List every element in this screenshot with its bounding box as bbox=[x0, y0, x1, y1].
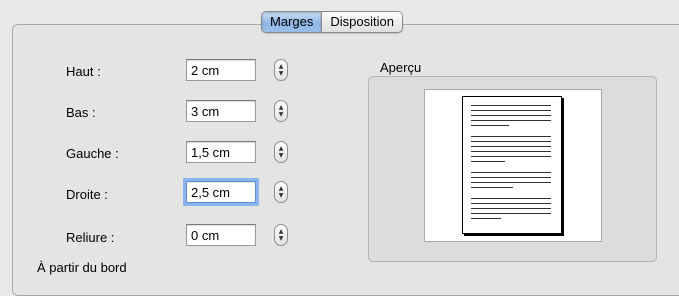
text-line bbox=[471, 141, 551, 142]
stepper-down-icon[interactable]: ▼ bbox=[279, 235, 284, 242]
left-margin-label: Gauche : bbox=[66, 146, 119, 161]
gutter-label: Reliure : bbox=[66, 230, 115, 245]
left-margin-field[interactable] bbox=[186, 141, 256, 163]
text-line bbox=[471, 146, 551, 147]
text-line bbox=[471, 125, 509, 126]
top-margin-stepper-icon[interactable]: ▲ ▼ bbox=[274, 59, 288, 81]
gutter-stepper-icon[interactable]: ▲ ▼ bbox=[274, 224, 288, 246]
left-margin-stepper-icon[interactable]: ▲ ▼ bbox=[274, 141, 288, 163]
text-line bbox=[471, 136, 551, 137]
bottom-margin-stepper-icon[interactable]: ▲ ▼ bbox=[274, 100, 288, 122]
stepper-up-icon[interactable]: ▲ bbox=[279, 145, 284, 152]
top-margin-label: Haut : bbox=[66, 64, 101, 79]
bottom-margin-field[interactable] bbox=[186, 100, 256, 122]
right-margin-stepper-icon[interactable]: ▲ ▼ bbox=[274, 181, 288, 203]
stepper-up-icon[interactable]: ▲ bbox=[279, 228, 284, 235]
text-line bbox=[471, 182, 551, 183]
right-margin-label: Droite : bbox=[66, 187, 108, 202]
text-line bbox=[471, 218, 501, 219]
text-line bbox=[471, 203, 551, 204]
top-margin-field[interactable] bbox=[186, 59, 256, 81]
tab-bar: Marges Disposition bbox=[261, 11, 403, 33]
stepper-up-icon[interactable]: ▲ bbox=[279, 185, 284, 192]
text-line bbox=[471, 177, 551, 178]
text-line bbox=[471, 172, 551, 173]
stepper-up-icon[interactable]: ▲ bbox=[279, 104, 284, 111]
gutter-field[interactable] bbox=[186, 224, 256, 246]
stepper-down-icon[interactable]: ▼ bbox=[279, 70, 284, 77]
text-line bbox=[471, 105, 551, 106]
stepper-up-icon[interactable]: ▲ bbox=[279, 63, 284, 70]
text-line bbox=[471, 110, 551, 111]
page-preview bbox=[424, 89, 602, 242]
preview-box bbox=[368, 76, 657, 262]
text-line bbox=[471, 213, 551, 214]
stepper-down-icon[interactable]: ▼ bbox=[279, 111, 284, 118]
preview-title: Aperçu bbox=[380, 60, 422, 75]
bottom-margin-label: Bas : bbox=[66, 105, 96, 120]
text-line bbox=[471, 120, 551, 121]
text-line bbox=[471, 151, 551, 152]
text-line bbox=[471, 198, 551, 199]
stepper-down-icon[interactable]: ▼ bbox=[279, 152, 284, 159]
tab-disposition[interactable]: Disposition bbox=[322, 12, 402, 32]
right-margin-field[interactable] bbox=[186, 181, 256, 203]
text-line bbox=[471, 161, 505, 162]
tab-marges[interactable]: Marges bbox=[262, 12, 323, 32]
text-line bbox=[471, 156, 551, 157]
text-line bbox=[471, 187, 513, 188]
text-line bbox=[471, 115, 551, 116]
document-thumbnail-icon bbox=[462, 96, 562, 234]
stepper-down-icon[interactable]: ▼ bbox=[279, 192, 284, 199]
text-line bbox=[471, 208, 551, 209]
